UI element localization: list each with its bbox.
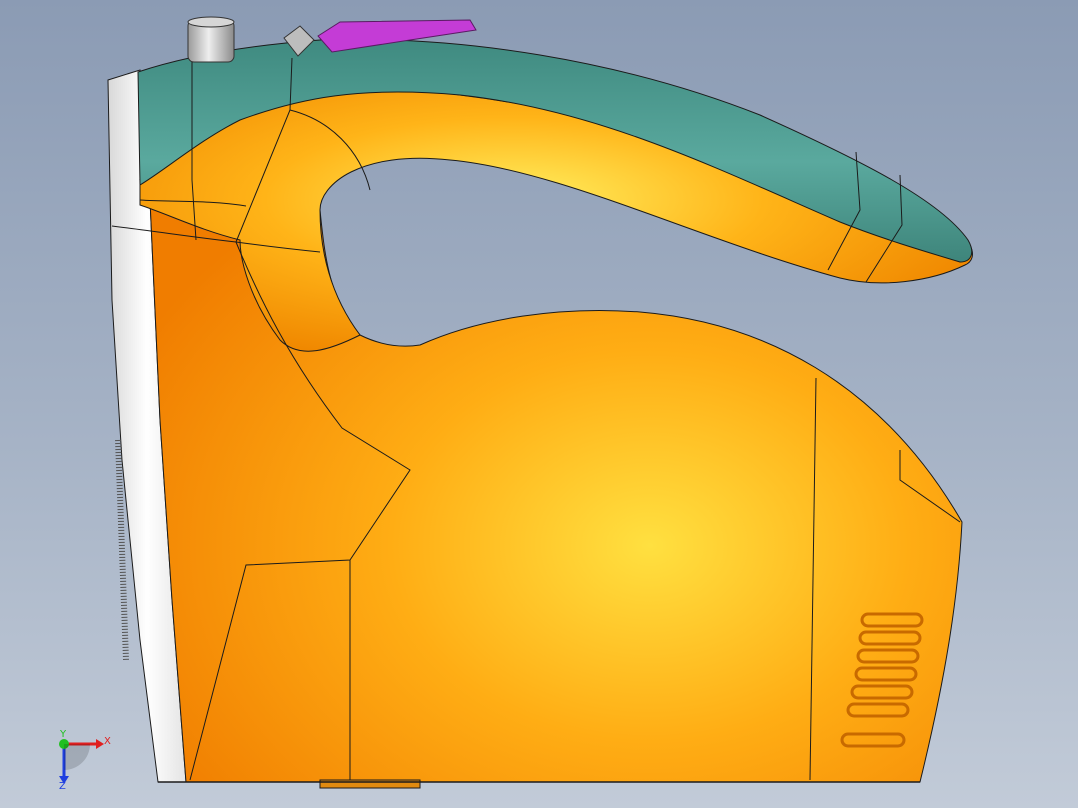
x-axis-label: X <box>104 736 111 747</box>
axis-triad: X Y Z <box>59 729 111 792</box>
steam-knob-top <box>187 16 235 28</box>
x-axis-head <box>96 739 104 749</box>
z-axis-label: Z <box>59 781 66 792</box>
cad-viewport[interactable]: X Y Z <box>0 0 1078 808</box>
steam-iron-model[interactable]: X Y Z <box>0 0 1078 808</box>
base-strip <box>319 779 421 789</box>
triad-shadow <box>64 744 90 770</box>
y-axis-label: Y <box>59 729 67 740</box>
